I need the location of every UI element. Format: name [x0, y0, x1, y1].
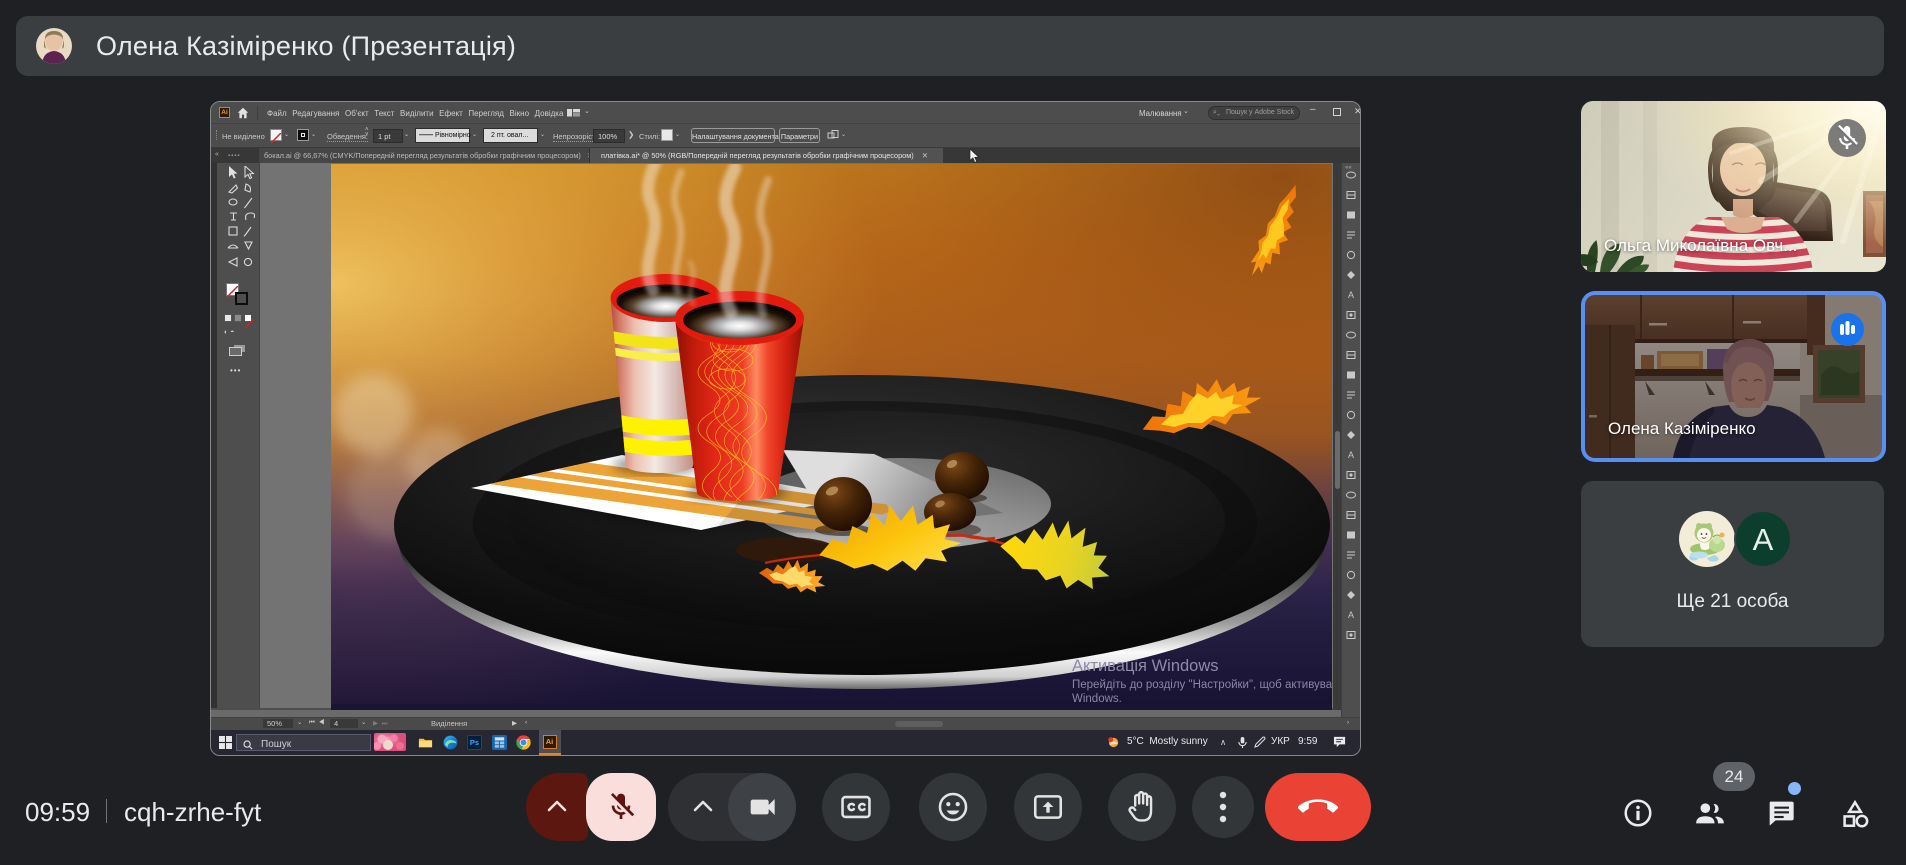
svg-text:A: A — [1348, 290, 1354, 300]
svg-text:Активація Windows: Активація Windows — [1072, 657, 1219, 675]
svg-text:A: A — [1348, 610, 1354, 620]
svg-text:Перейдіть до розділу "Настройк: Перейдіть до розділу "Настройки", щоб ак… — [1072, 679, 1332, 691]
svg-text:A: A — [1753, 522, 1774, 557]
svg-text:A: A — [1348, 450, 1354, 460]
